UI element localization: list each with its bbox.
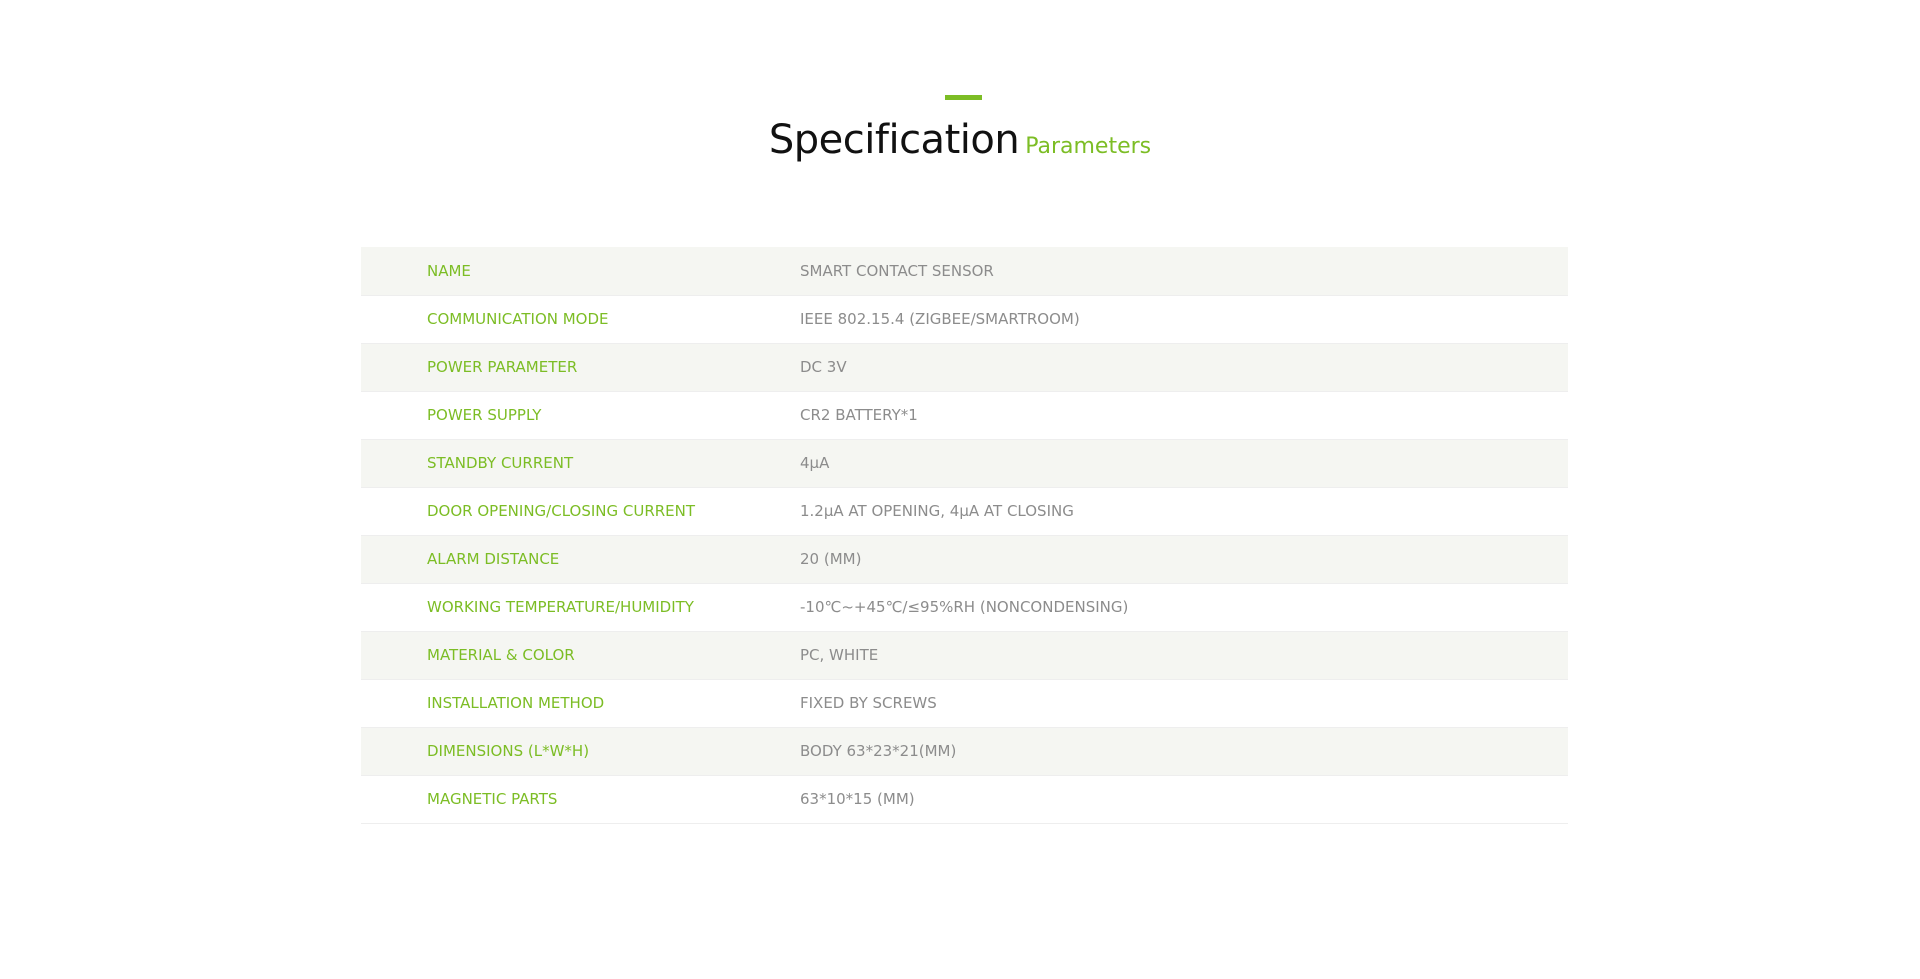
spec-row: COMMUNICATION MODE IEEE 802.15.4 (ZIGBEE… — [361, 295, 1568, 343]
spec-value: 20 (MM) — [800, 550, 862, 568]
spec-row: INSTALLATION METHOD FIXED BY SCREWS — [361, 679, 1568, 727]
spec-row: MATERIAL & COLOR PC, WHITE — [361, 631, 1568, 679]
section-heading: Specification Parameters — [0, 117, 1920, 163]
spec-label: MATERIAL & COLOR — [427, 646, 575, 664]
spec-label: DIMENSIONS (L*W*H) — [427, 742, 590, 760]
spec-row: NAME SMART CONTACT SENSOR — [361, 247, 1568, 295]
spec-label: INSTALLATION METHOD — [427, 694, 605, 712]
spec-row: DOOR OPENING/CLOSING CURRENT 1.2μA AT OP… — [361, 487, 1568, 535]
spec-row: ALARM DISTANCE 20 (MM) — [361, 535, 1568, 583]
heading-title: Specification — [768, 117, 1020, 163]
spec-row: POWER PARAMETER DC 3V — [361, 343, 1568, 391]
spec-label: MAGNETIC PARTS — [427, 790, 558, 808]
spec-row: POWER SUPPLY CR2 BATTERY*1 — [361, 391, 1568, 439]
spec-value: FIXED BY SCREWS — [800, 694, 937, 712]
heading-accent-bar — [945, 95, 982, 100]
spec-page: Specification Parameters NAME SMART CONTA… — [0, 0, 1920, 979]
spec-row: STANDBY CURRENT 4μA — [361, 439, 1568, 487]
spec-label: NAME — [427, 261, 471, 280]
spec-label: STANDBY CURRENT — [427, 454, 574, 472]
spec-value: SMART CONTACT SENSOR — [800, 261, 994, 280]
spec-value: DC 3V — [800, 358, 847, 376]
spec-row: DIMENSIONS (L*W*H) BODY 63*23*21(MM) — [361, 727, 1568, 775]
spec-label: DOOR OPENING/CLOSING CURRENT — [427, 502, 696, 520]
spec-value: 4μA — [800, 454, 830, 472]
spec-label: POWER PARAMETER — [427, 358, 578, 376]
spec-label: ALARM DISTANCE — [427, 550, 560, 568]
spec-value: CR2 BATTERY*1 — [800, 406, 918, 424]
spec-label: WORKING TEMPERATURE/HUMIDITY — [427, 598, 694, 616]
spec-row: WORKING TEMPERATURE/HUMIDITY -10℃~+45℃/≤… — [361, 583, 1568, 631]
spec-value: BODY 63*23*21(MM) — [800, 742, 957, 760]
heading-subtitle: Parameters — [1025, 134, 1152, 159]
spec-row: MAGNETIC PARTS 63*10*15 (MM) — [361, 775, 1568, 823]
spec-label: POWER SUPPLY — [427, 406, 542, 424]
spec-value: 63*10*15 (MM) — [800, 790, 915, 808]
spec-label: COMMUNICATION MODE — [427, 310, 609, 328]
spec-value: IEEE 802.15.4 (ZIGBEE/SMARTROOM) — [800, 310, 1080, 328]
spec-table: NAME SMART CONTACT SENSOR COMMUNICATION … — [361, 247, 1568, 824]
spec-value: -10℃~+45℃/≤95%RH (NONCONDENSING) — [800, 598, 1129, 616]
spec-value: PC, WHITE — [800, 646, 879, 664]
spec-value: 1.2μA AT OPENING, 4μA AT CLOSING — [800, 502, 1074, 520]
